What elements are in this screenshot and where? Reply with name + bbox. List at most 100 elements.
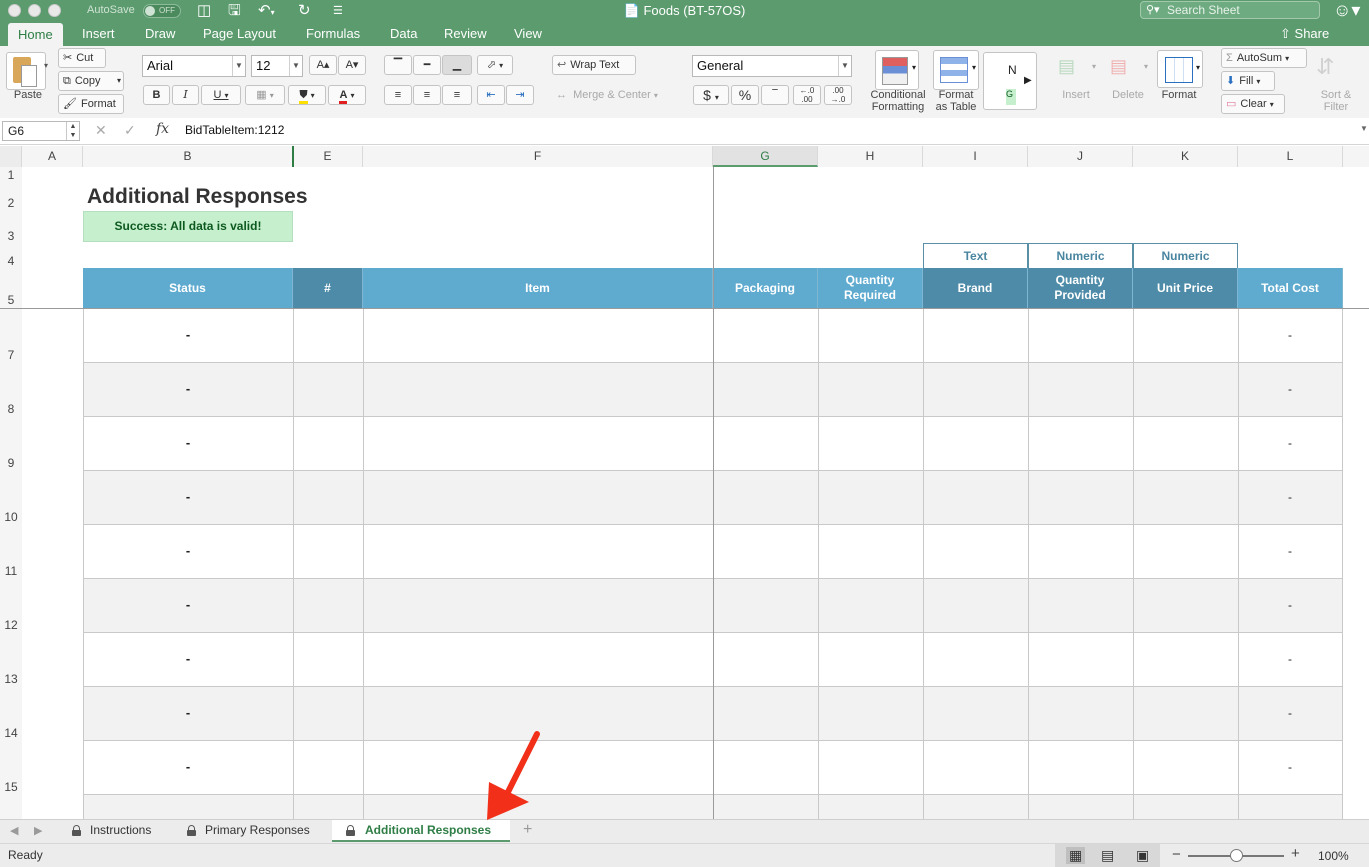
styles-gallery-arrow-icon[interactable]: ▶ [1024,75,1032,86]
type-label-unit-price[interactable]: Numeric [1133,243,1238,268]
wrap-text-button[interactable]: ↩ Wrap Text [552,55,636,75]
row-status[interactable]: - [178,543,198,558]
confirm-entry-icon[interactable]: ✓ [124,122,136,139]
formula-input[interactable]: BidTableItem:1212 [185,123,284,137]
tab-view[interactable]: View [514,26,542,41]
align-left-button[interactable]: ≡ [384,85,412,105]
feedback-smiley-icon[interactable]: ☺▾ [1333,0,1360,20]
cell-style-good[interactable]: G [1006,89,1016,105]
row-header-9[interactable]: 9 [0,456,22,470]
font-color-button[interactable]: A ▾ [328,85,366,105]
row-total-cost[interactable]: - [1280,652,1300,666]
row-header-2[interactable]: 2 [0,196,22,210]
row-header-5[interactable]: 5 [0,293,22,307]
header-unit-price[interactable]: Unit Price [1133,268,1238,308]
zoom-level[interactable]: 100% [1318,849,1349,863]
decrease-decimal-button[interactable]: .00 →.0 [824,85,852,105]
sheet-title[interactable]: Additional Responses [87,185,308,209]
column-header-f[interactable]: F [363,146,713,167]
increase-font-size-button[interactable]: A▴ [309,55,337,75]
row-header-7[interactable]: 7 [0,348,22,362]
type-label-brand[interactable]: Text [923,243,1028,268]
underline-button[interactable]: U ▾ [201,85,241,105]
fill-color-button[interactable]: ⛊ ▾ [288,85,326,105]
header-item[interactable]: Item [363,268,713,308]
bold-button[interactable]: B [143,85,170,105]
header-quantity-required[interactable]: Quantity Required [818,268,923,308]
row-total-cost[interactable]: - [1280,598,1300,612]
tab-home[interactable]: Home [8,23,63,46]
cell-style-normal[interactable]: N [1008,63,1017,77]
align-top-button[interactable]: ▔ [384,55,412,75]
font-size-select[interactable]: 12 ▼ [251,55,303,77]
column-header-l[interactable]: L [1238,146,1343,167]
header-total-cost[interactable]: Total Cost [1238,268,1343,308]
validation-status-banner[interactable]: Success: All data is valid! [83,211,293,242]
row-total-cost[interactable]: - [1280,544,1300,558]
expand-formula-bar-icon[interactable]: ▼ [1360,124,1368,133]
header-brand[interactable]: Brand [923,268,1028,308]
row-header-4[interactable]: 4 [0,254,22,268]
row-status[interactable]: - [178,651,198,666]
row-header-3[interactable]: 3 [0,229,22,243]
row-status[interactable]: - [178,597,198,612]
align-right-button[interactable]: ≡ [442,85,472,105]
tab-insert[interactable]: Insert [82,26,115,41]
add-sheet-icon[interactable]: + [523,821,532,839]
row-status[interactable]: - [178,327,198,342]
row-header-10[interactable]: 10 [0,510,22,524]
tab-page-layout[interactable]: Page Layout [203,26,276,41]
row-total-cost[interactable]: - [1280,706,1300,720]
row-header-12[interactable]: 12 [0,618,22,632]
decrease-font-size-button[interactable]: A▾ [338,55,366,75]
row-total-cost[interactable]: - [1280,382,1300,396]
comma-style-button[interactable]: ‾ [761,85,789,105]
next-sheet-icon[interactable]: ▶ [34,824,42,837]
column-header-e[interactable]: E [293,146,363,167]
sheet-tab-primary-responses[interactable]: Primary Responses [187,820,327,842]
zoom-out-icon[interactable]: − [1172,846,1181,863]
increase-indent-button[interactable]: ⇥ [506,85,534,105]
share-button[interactable]: ⇧ Share [1280,26,1329,42]
align-bottom-button[interactable]: ▁ [442,55,472,75]
cut-button[interactable]: ✂ Cut [58,48,106,68]
row-total-cost[interactable]: - [1280,328,1300,342]
orientation-button[interactable]: ⬀ ▾ [477,55,513,75]
align-center-button[interactable]: ≡ [413,85,441,105]
header-number[interactable]: # [293,268,363,308]
sheet-tab-additional-responses[interactable]: Additional Responses [332,820,510,842]
row-status[interactable]: - [178,705,198,720]
type-label-quantity-provided[interactable]: Numeric [1028,243,1133,268]
column-header-j[interactable]: J [1028,146,1133,167]
worksheet-grid[interactable]: Additional Responses Success: All data i… [22,167,1369,819]
delete-cells-icon[interactable]: ▤ [1110,56,1138,76]
row-status[interactable]: - [178,435,198,450]
align-middle-button[interactable]: ━ [413,55,441,75]
cell-styles-gallery[interactable]: N G ▶ [983,52,1037,110]
clear-button[interactable]: ▭ Clear ▾ [1221,94,1285,114]
previous-sheet-icon[interactable]: ◀ [10,824,18,837]
page-break-preview-icon[interactable]: ▣ [1136,847,1149,864]
row-header-13[interactable]: 13 [0,672,22,686]
name-box-stepper-icon[interactable]: ▲ ▼ [66,122,79,140]
decrease-indent-button[interactable]: ⇤ [477,85,505,105]
row-status[interactable]: - [178,759,198,774]
borders-button[interactable]: ▦ ▾ [245,85,285,105]
column-header-k[interactable]: K [1133,146,1238,167]
row-header-8[interactable]: 8 [0,402,22,416]
autosum-button[interactable]: Σ AutoSum ▾ [1221,48,1307,68]
name-box[interactable]: G6 ▲ ▼ [2,121,80,141]
row-total-cost[interactable]: - [1280,490,1300,504]
row-total-cost[interactable]: - [1280,436,1300,450]
column-header-h[interactable]: H [818,146,923,167]
row-status[interactable]: - [178,381,198,396]
row-header-15[interactable]: 15 [0,780,22,794]
conditional-formatting-button[interactable]: ▾ [875,50,919,90]
tab-formulas[interactable]: Formulas [306,26,360,41]
select-all-corner[interactable] [0,146,22,167]
page-layout-view-icon[interactable]: ▤ [1101,847,1114,864]
tab-review[interactable]: Review [444,26,487,41]
header-packaging[interactable]: Packaging [713,268,818,308]
row-total-cost[interactable]: - [1280,760,1300,774]
header-quantity-provided[interactable]: Quantity Provided [1028,268,1133,308]
